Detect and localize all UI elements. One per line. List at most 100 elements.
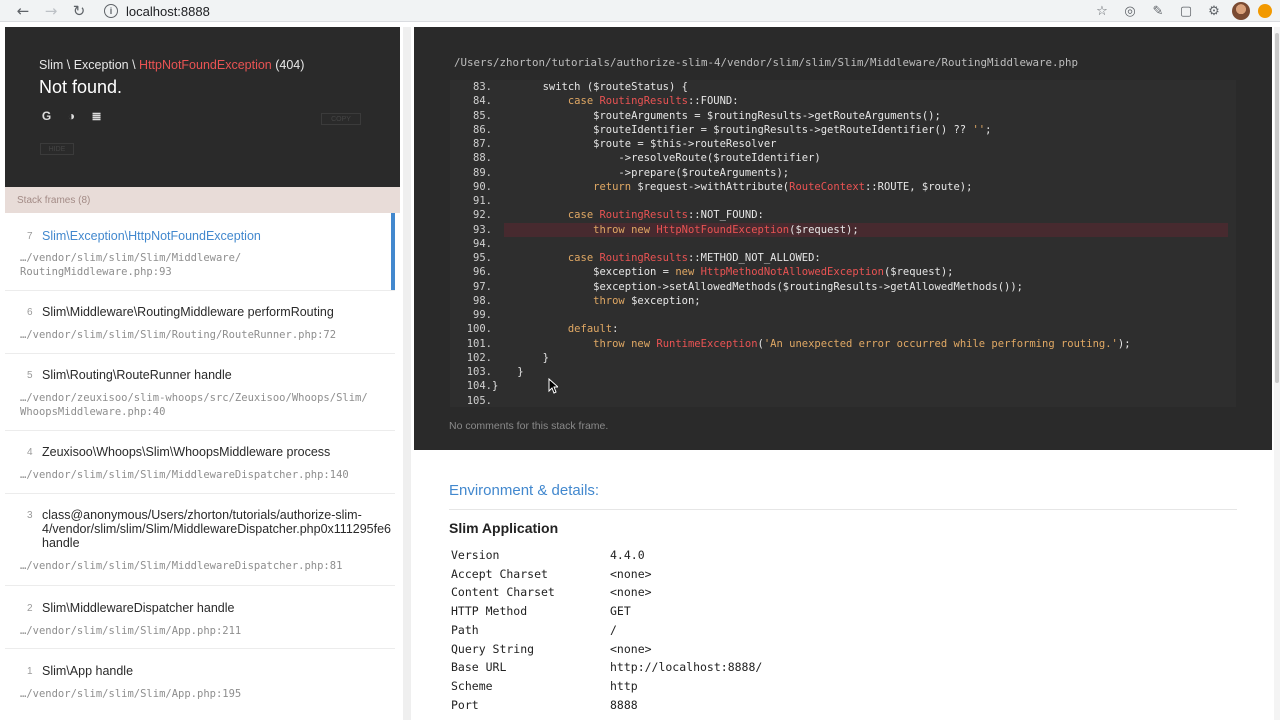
file-path[interactable]: /Users/zhorton/tutorials/authorize-slim-… [454,56,1078,69]
extension-icon[interactable]: ◎ [1120,1,1140,21]
line-number: 93. [473,223,492,236]
reload-icon[interactable]: ↻ [65,0,93,22]
code-token: new [675,266,701,279]
detail-key: Base URL [451,660,507,675]
back-icon[interactable]: ← [9,0,37,22]
code-line: 88. ->resolveRoute($routeIdentifier) [450,151,1236,165]
line-number: 98. [473,294,492,307]
code-token: $exception = [492,266,676,279]
line-number: 94. [473,237,492,250]
frame-file: …/vendor/slim/slim/Slim/Middleware/ Rout… [20,252,242,278]
gear-icon[interactable]: ⚙ [1204,1,1224,21]
code-token: case [492,95,600,108]
detail-row: Query String <none> [451,642,1151,661]
duckduckgo-search-icon[interactable]: ◑ [64,108,79,123]
code-line: 85. $routeArguments = $routingResults->g… [450,109,1236,123]
google-search-icon[interactable]: G [39,108,54,123]
scrollbar-thumb[interactable] [1275,33,1279,383]
frame-index: 3 [27,510,33,521]
code-token: ::METHOD_NOT_ALLOWED: [687,252,821,264]
code-line: 83. switch ($routeStatus) { [450,80,1236,94]
frame-file: …/vendor/slim/slim/Slim/App.php:195 [20,688,242,700]
exception-header: Slim \ Exception \ HttpNotFoundException… [5,27,400,187]
line-number: 90. [473,180,492,193]
line-number: 102. [466,351,492,364]
forward-icon[interactable]: → [37,0,65,22]
info-icon[interactable]: i [104,4,118,18]
address-bar[interactable]: i localhost:8888 [104,0,210,22]
line-number: 96. [473,266,492,279]
stack-frame[interactable]: 3 class@anonymous/Users/zhorton/tutorial… [5,494,395,586]
code-line: 93. throw new HttpNotFoundException($req… [450,223,1236,237]
frame-index: 6 [27,307,33,318]
code-token: ::FOUND: [687,95,739,108]
details-panel: Environment & details: Slim Application … [414,450,1272,720]
frame-index: 7 [27,231,33,242]
line-number: 100. [466,323,492,336]
avatar[interactable] [1232,2,1250,20]
code-line: 103. } [450,365,1236,379]
url-text[interactable]: localhost:8888 [126,4,210,19]
copy-button[interactable]: COPY [321,113,361,125]
detail-key: Accept Charset [451,566,548,581]
frame-file: …/vendor/slim/slim/Slim/MiddlewareDispat… [20,469,349,481]
frame-class: Slim\Routing\RouteRunner handle [42,368,232,382]
stack-frame[interactable]: 4 Zeuxisoo\Whoops\Slim\WhoopsMiddleware … [5,431,395,494]
code-line: 86. $routeIdentifier = $routingResults->… [450,123,1236,137]
update-icon[interactable] [1258,4,1272,18]
extension-square-icon[interactable]: ▢ [1176,1,1196,21]
stack-frame[interactable]: 2 Slim\MiddlewareDispatcher handle …/ven… [5,586,395,649]
code-token: $request->withAttribute( [637,180,790,193]
code-line: 90. return $request->withAttribute(Route… [450,180,1236,194]
code-token: RuntimeException [656,337,758,350]
frame-index: 4 [27,447,33,458]
stack-frame[interactable]: 7 Slim\Exception\HttpNotFoundException …… [5,213,395,291]
line-number: 92. [473,209,492,222]
line-number: 105. [466,394,492,407]
code-token: $routeIdentifier = $routingResults->getR… [492,123,973,136]
stackoverflow-search-icon[interactable]: ≣ [89,108,104,123]
frame-class: class@anonymous/Users/zhorton/tutorials/… [42,508,392,550]
page-scrollbar[interactable] [1274,27,1280,720]
code-line: 98. throw $exception; [450,294,1236,308]
line-number: 86. [473,123,492,136]
hide-button[interactable]: HIDE [40,143,74,155]
frame-class: Slim\App handle [42,664,134,678]
code-token: ($request); [883,266,954,279]
divider [449,509,1237,510]
detail-key: Scheme [451,678,493,693]
detail-row: Port 8888 [451,698,1151,717]
code-token: RoutingResults [599,95,688,108]
exception-code: (404) [271,58,305,72]
frame-file: …/vendor/slim/slim/Slim/Routing/RouteRun… [20,329,337,341]
stack-frame[interactable]: 5 Slim\Routing\RouteRunner handle …/vend… [5,354,395,431]
left-scrollbar[interactable] [403,27,411,720]
section-title: Slim Application [449,520,559,536]
code-token: : [612,323,619,336]
code-token: ::NOT_FOUND: [687,209,764,222]
code-line: 100. default: [450,322,1236,336]
line-number: 91. [473,195,492,207]
frame-index: 1 [27,666,33,677]
extension-pen-icon[interactable]: ✎ [1148,1,1168,21]
frame-file: …/vendor/zeuxisoo/slim-whoops/src/Zeuxis… [20,392,368,418]
code-token: RouteContext [789,180,865,193]
code-token: ($request); [789,223,859,236]
frame-index: 2 [27,603,33,614]
frame-class: Zeuxisoo\Whoops\Slim\WhoopsMiddleware pr… [42,445,331,459]
line-number: 83. [473,81,492,93]
code-line: 94. [450,237,1236,251]
code-line: 105. [450,394,1236,408]
left-panel: Slim \ Exception \ HttpNotFoundException… [5,27,400,720]
code-line: 91. [450,194,1236,208]
bookmark-star-icon[interactable]: ☆ [1092,1,1112,21]
frame-class: Slim\Middleware\RoutingMiddleware perfor… [42,305,334,319]
line-number: 99. [473,309,492,321]
line-number: 87. [473,138,492,150]
frame-file: …/vendor/slim/slim/Slim/MiddlewareDispat… [20,560,343,572]
frame-class: Slim\MiddlewareDispatcher handle [42,601,235,615]
line-number: 85. [473,109,492,122]
stack-frame[interactable]: 6 Slim\Middleware\RoutingMiddleware perf… [5,291,395,354]
stack-frame[interactable]: 1 Slim\App handle …/vendor/slim/slim/Sli… [5,649,395,712]
code-line: 87. $route = $this->routeResolver [450,137,1236,151]
